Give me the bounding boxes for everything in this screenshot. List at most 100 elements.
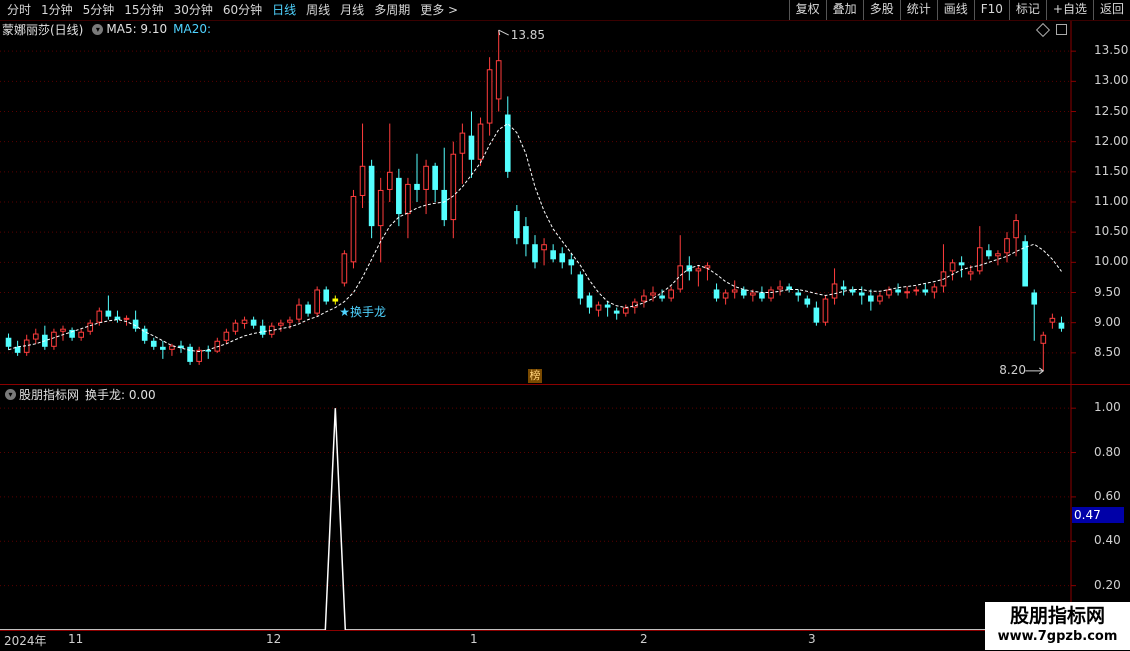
candle-body: [69, 329, 75, 338]
candle-body: [268, 325, 275, 335]
candle-body: [78, 331, 84, 338]
candle-body: [160, 346, 166, 350]
candle-body: [432, 165, 438, 190]
candle-body: [232, 322, 239, 332]
candle-body: [259, 325, 266, 335]
candle-body: [768, 289, 774, 299]
candle-body: [1004, 238, 1010, 254]
candle-body: [1058, 322, 1065, 329]
price-tick-label: 8.50: [1094, 344, 1121, 359]
candle-body: [650, 292, 656, 296]
candle-body: [559, 253, 566, 263]
candle-body: [459, 132, 466, 154]
candle-body: [441, 189, 448, 221]
candle-body: [123, 317, 130, 320]
indicator-current-badge: 0.47: [1072, 507, 1124, 523]
candle-body: [105, 310, 112, 317]
candle-body: [949, 262, 956, 272]
candle-body: [613, 310, 620, 314]
price-tick-label: 10.50: [1094, 224, 1129, 239]
signal-label: ★换手龙: [339, 304, 387, 319]
high-price-label: 13.85: [510, 28, 546, 43]
price-tick-label: 10.00: [1094, 254, 1129, 269]
candle-body: [96, 310, 103, 323]
candle-body: [822, 298, 829, 323]
candle-body: [1049, 317, 1056, 323]
candle-body: [323, 289, 330, 302]
site-watermark: 股朋指标网 www.7gpzb.com: [985, 602, 1130, 650]
candle-body: [659, 295, 665, 299]
indicator-line: [0, 408, 1071, 631]
candle-body: [305, 304, 311, 314]
candle-body: [250, 319, 257, 326]
candle-body: [523, 226, 529, 245]
candle-body: [632, 301, 638, 308]
candle-body: [877, 295, 883, 302]
candle-body: [986, 250, 992, 257]
low-marker-arrow: [1025, 367, 1045, 375]
candle-body: [114, 316, 121, 320]
candle-body: [813, 307, 820, 323]
indicator-tick-label: 0.20: [1094, 577, 1121, 592]
candle-body: [187, 346, 193, 362]
candle-body: [550, 250, 556, 260]
kline-chart[interactable]: [0, 0, 1130, 650]
candle-body: [622, 307, 629, 314]
candle-body: [577, 274, 584, 299]
candle-body: [32, 333, 39, 340]
candle-body: [241, 319, 248, 324]
indicator-tick-label: 0.60: [1094, 488, 1121, 503]
candle-body: [750, 292, 756, 296]
candle-body: [595, 304, 602, 311]
candle-body: [568, 259, 575, 266]
candle-body: [150, 340, 157, 347]
price-tick-label: 11.00: [1094, 194, 1129, 208]
candle-body: [858, 292, 865, 296]
date-axis-bar: [0, 630, 1130, 651]
candle-body: [223, 331, 230, 341]
price-tick-label: 11.50: [1094, 163, 1129, 178]
indicator-tick-label: 1.00: [1094, 400, 1121, 415]
candle-body: [296, 304, 302, 320]
candle-body: [486, 69, 493, 124]
candle-body: [722, 292, 729, 299]
high-marker-arrow: [498, 29, 509, 36]
candle-body: [704, 265, 711, 269]
candle-body: [1013, 220, 1019, 239]
candle-body: [377, 189, 384, 227]
candle-body: [169, 345, 175, 350]
candle-body: [713, 289, 720, 299]
candle-body: [514, 211, 520, 239]
candle-body: [87, 322, 94, 332]
watermark-title: 股朋指标网: [1009, 605, 1105, 627]
candle-body: [350, 195, 357, 263]
price-tick-label: 9.00: [1094, 314, 1121, 329]
candle-body: [759, 292, 765, 299]
list-marker[interactable]: 榜: [528, 369, 542, 383]
candle-body: [368, 165, 375, 227]
candle-body: [731, 289, 738, 293]
candle-body: [423, 165, 429, 190]
candle-body: [414, 183, 420, 190]
candle-body: [895, 289, 901, 293]
candle-body: [1040, 334, 1047, 344]
candle-body: [359, 165, 366, 196]
candle-body: [831, 283, 838, 299]
candle-body: [976, 247, 983, 272]
candle-body: [641, 295, 647, 302]
candle-body: [668, 289, 674, 299]
candle-body: [931, 286, 938, 293]
candle-body: [1031, 292, 1038, 305]
candle-body: [468, 135, 475, 160]
price-tick-label: 12.50: [1094, 103, 1129, 118]
candle-body: [868, 295, 874, 302]
watermark-url: www.7gpzb.com: [997, 629, 1118, 644]
candle-body: [532, 244, 538, 263]
candle-body: [541, 244, 547, 251]
candle-body: [5, 337, 12, 347]
candle-body: [278, 322, 284, 326]
candle-body: [840, 286, 847, 290]
date-tick-label: 1: [470, 632, 478, 646]
candle-body: [777, 286, 783, 290]
candle-body: [695, 268, 702, 272]
